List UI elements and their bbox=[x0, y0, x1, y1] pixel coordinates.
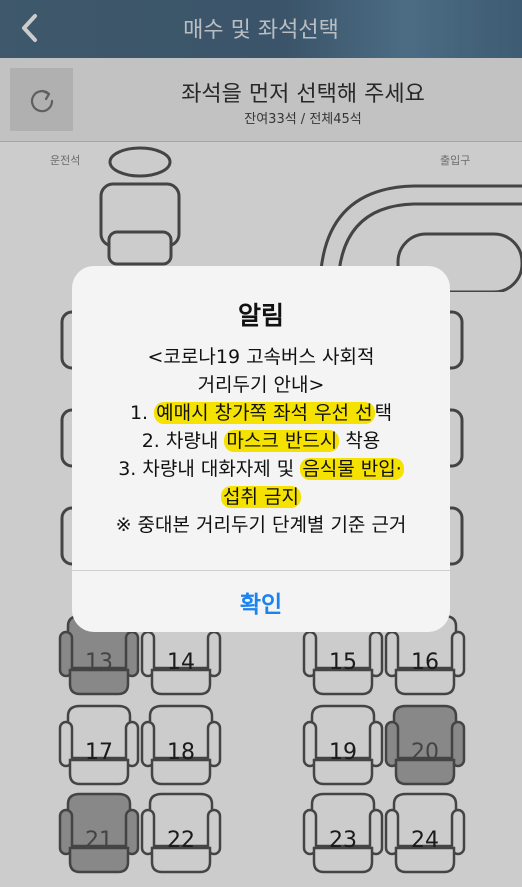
alert-line: 섭취 금지 bbox=[72, 482, 450, 509]
alert-line: 1. 예매시 창가쪽 좌석 우선 선택 bbox=[72, 398, 450, 425]
alert-line: ※ 중대본 거리두기 단계별 기준 근거 bbox=[115, 514, 407, 536]
alert-line-text: 2. 차량내 bbox=[141, 430, 225, 452]
alert-dialog: 알림 <코로나19 고속버스 사회적 거리두기 안내> 1. 예매시 창가쪽 좌… bbox=[72, 266, 450, 632]
screen: 매수 및 좌석선택 좌석을 먼저 선택해 주세요 잔여33석 / 전체45석 운… bbox=[0, 0, 522, 887]
alert-line: 거리두기 안내> bbox=[197, 374, 325, 396]
alert-line-text: 3. 차량내 대화자제 및 bbox=[118, 458, 301, 480]
alert-line-text: 착용 bbox=[339, 430, 381, 452]
highlighted-text: 예매시 창가쪽 좌석 우선 선 bbox=[154, 402, 375, 424]
alert-title: 알림 bbox=[237, 301, 284, 330]
highlighted-text: 음식물 반입· bbox=[300, 458, 404, 480]
confirm-button[interactable]: 확인 bbox=[72, 571, 450, 632]
highlighted-text: 섭취 금지 bbox=[221, 486, 301, 508]
highlighted-text: 마스크 반드시 bbox=[224, 430, 340, 452]
alert-line: 2. 차량내 마스크 반드시 착용 bbox=[72, 426, 450, 453]
alert-line-text: 택 bbox=[374, 402, 393, 424]
alert-line: <코로나19 고속버스 사회적 bbox=[147, 346, 375, 368]
alert-line-text: 1. bbox=[129, 402, 155, 424]
alert-line: 3. 차량내 대화자제 및 음식물 반입· bbox=[72, 454, 450, 481]
